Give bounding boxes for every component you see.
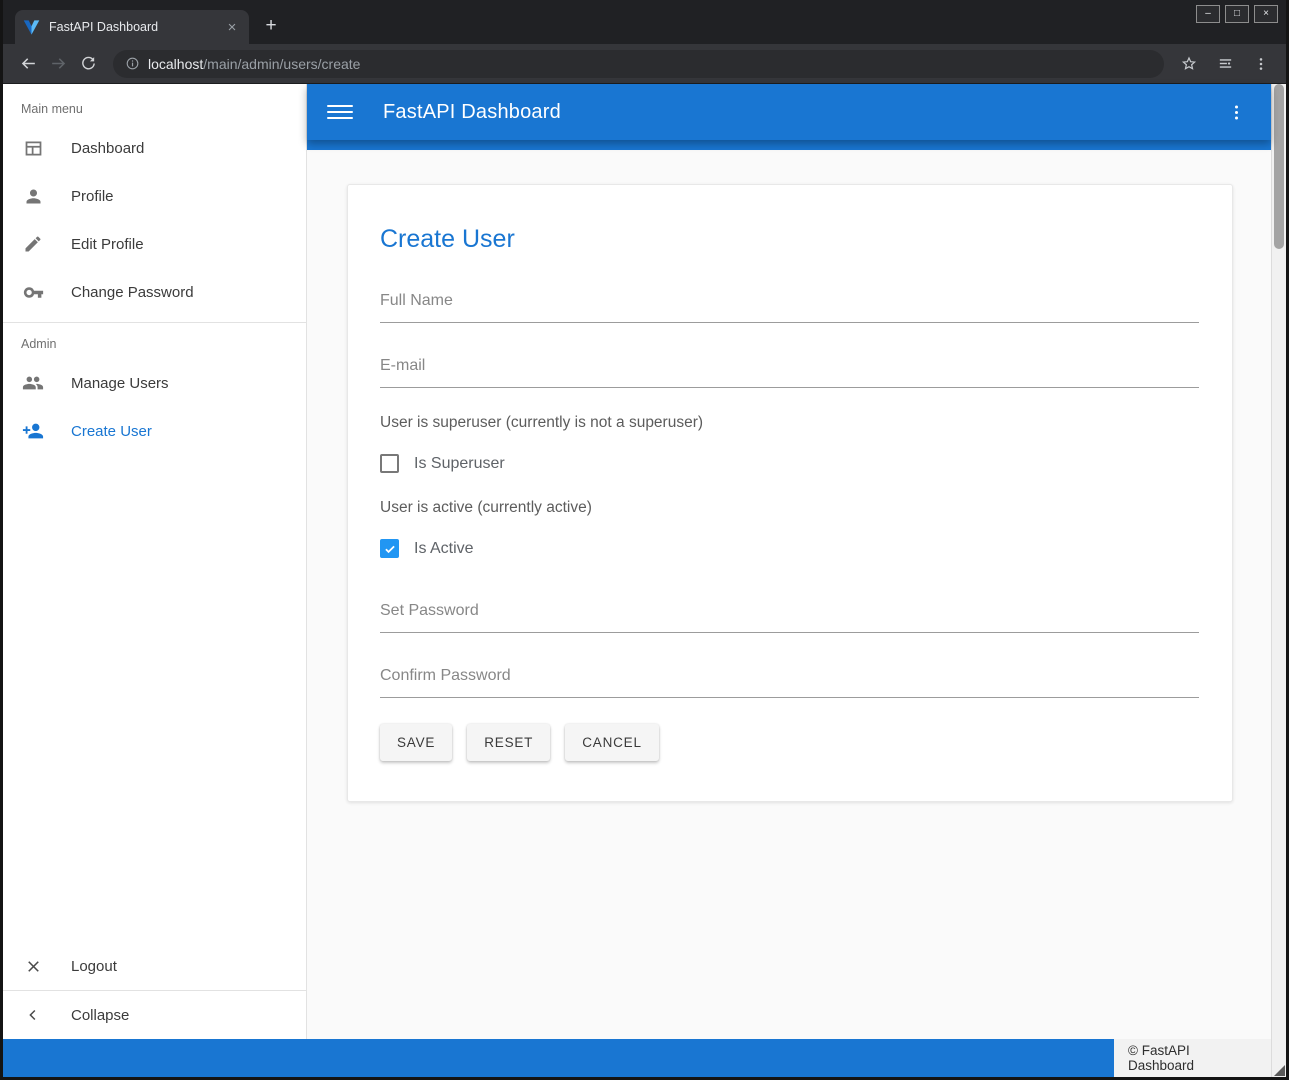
key-icon <box>21 280 45 304</box>
back-button[interactable] <box>13 49 43 79</box>
window-maximize-button[interactable]: □ <box>1225 5 1249 23</box>
extensions-icon[interactable] <box>1210 49 1240 79</box>
superuser-checkbox-label[interactable]: Is Superuser <box>414 455 505 473</box>
sidebar-section-main-menu: Main menu <box>3 84 306 124</box>
active-checkbox[interactable] <box>380 539 399 558</box>
browser-menu-icon[interactable] <box>1246 49 1276 79</box>
sidebar-section-admin: Admin <box>3 329 306 359</box>
app-toolbar: FastAPI Dashboard <box>307 84 1271 140</box>
sidebar-item-collapse[interactable]: Collapse <box>3 991 306 1039</box>
cancel-button[interactable]: CANCEL <box>565 724 659 761</box>
browser-titlebar: FastAPI Dashboard × + – □ × <box>3 0 1286 44</box>
sidebar-item-manage-users[interactable]: Manage Users <box>3 359 306 407</box>
navbar-right <box>1174 49 1276 79</box>
form-actions: SAVE RESET CANCEL <box>380 724 1199 761</box>
url-text: localhost/main/admin/users/create <box>148 56 360 72</box>
reload-button[interactable] <box>73 49 103 79</box>
new-tab-button[interactable]: + <box>257 12 285 40</box>
sidebar-item-edit-profile[interactable]: Edit Profile <box>3 220 306 268</box>
vuetify-logo-icon <box>23 19 40 36</box>
page-scrollbar[interactable] <box>1271 84 1286 1077</box>
sidebar-item-dashboard[interactable]: Dashboard <box>3 124 306 172</box>
sidebar-item-create-user[interactable]: Create User <box>3 407 306 455</box>
url-bar[interactable]: localhost/main/admin/users/create <box>113 50 1164 78</box>
password-field <box>380 602 1199 633</box>
sidebar-bottom: Logout Collapse <box>3 942 306 1039</box>
hamburger-menu-icon[interactable] <box>327 99 353 125</box>
resize-grip-icon <box>1274 1065 1285 1076</box>
window-minimize-button[interactable]: – <box>1196 5 1220 23</box>
email-field <box>380 357 1199 388</box>
window-controls: – □ × <box>1196 5 1278 23</box>
site-info-icon[interactable] <box>125 56 140 71</box>
sidebar-item-profile[interactable]: Profile <box>3 172 306 220</box>
active-hint: User is active (currently active) <box>380 499 1199 517</box>
sidebar: Main menu Dashboard Profile <box>3 84 307 1039</box>
sidebar-item-label: Change Password <box>71 284 194 301</box>
toolbar-more-icon[interactable] <box>1221 97 1251 127</box>
app-page: Main menu Dashboard Profile <box>3 84 1271 1077</box>
person-icon <box>21 184 45 208</box>
sidebar-item-change-password[interactable]: Change Password <box>3 268 306 316</box>
superuser-checkbox-row[interactable]: Is Superuser <box>380 454 1199 473</box>
page-title: Create User <box>380 225 1199 254</box>
active-checkbox-label[interactable]: Is Active <box>414 540 474 558</box>
confirm-password-field <box>380 667 1199 698</box>
full-name-input[interactable] <box>380 292 1199 310</box>
sidebar-item-label: Create User <box>71 423 152 440</box>
reset-button[interactable]: RESET <box>467 724 550 761</box>
app-title: FastAPI Dashboard <box>383 101 561 124</box>
superuser-checkbox[interactable] <box>380 454 399 473</box>
person-add-icon <box>21 419 45 443</box>
browser-navbar: localhost/main/admin/users/create <box>3 44 1286 84</box>
sidebar-item-logout[interactable]: Logout <box>3 942 306 990</box>
forward-button[interactable] <box>43 49 73 79</box>
sidebar-item-label: Logout <box>71 958 117 975</box>
app-footer: © FastAPI Dashboard <box>3 1039 1271 1077</box>
bookmark-star-icon[interactable] <box>1174 49 1204 79</box>
app-toolbar-extension <box>307 140 1271 150</box>
window-close-button[interactable]: × <box>1254 5 1278 23</box>
dashboard-icon <box>21 136 45 160</box>
main-area: FastAPI Dashboard Create User <box>307 84 1271 1039</box>
browser-tab[interactable]: FastAPI Dashboard × <box>15 10 249 44</box>
sidebar-item-label: Manage Users <box>71 375 169 392</box>
browser-window: FastAPI Dashboard × + – □ × localhost/ma… <box>0 0 1289 1080</box>
people-icon <box>21 371 45 395</box>
save-button[interactable]: SAVE <box>380 724 452 761</box>
confirm-password-input[interactable] <box>380 667 1199 685</box>
superuser-hint: User is superuser (currently is not a su… <box>380 414 1199 432</box>
chevron-left-icon <box>21 1003 45 1027</box>
email-input[interactable] <box>380 357 1199 375</box>
create-user-card: Create User User is superuser (currently… <box>347 184 1233 802</box>
browser-viewport: Main menu Dashboard Profile <box>3 84 1286 1077</box>
content-area: Create User User is superuser (currently… <box>307 150 1271 1039</box>
app-main-row: Main menu Dashboard Profile <box>3 84 1271 1039</box>
password-input[interactable] <box>380 602 1199 620</box>
scrollbar-thumb[interactable] <box>1274 84 1284 249</box>
pencil-icon <box>21 232 45 256</box>
tab-close-icon[interactable]: × <box>223 18 241 36</box>
footer-copyright: © FastAPI Dashboard <box>1114 1039 1271 1077</box>
close-icon <box>21 954 45 978</box>
full-name-field <box>380 292 1199 323</box>
sidebar-divider <box>3 322 306 323</box>
sidebar-item-label: Profile <box>71 188 114 205</box>
sidebar-item-label: Dashboard <box>71 140 144 157</box>
tab-title: FastAPI Dashboard <box>49 20 223 34</box>
sidebar-item-label: Collapse <box>71 1007 129 1024</box>
sidebar-item-label: Edit Profile <box>71 236 144 253</box>
active-checkbox-row[interactable]: Is Active <box>380 539 1199 558</box>
